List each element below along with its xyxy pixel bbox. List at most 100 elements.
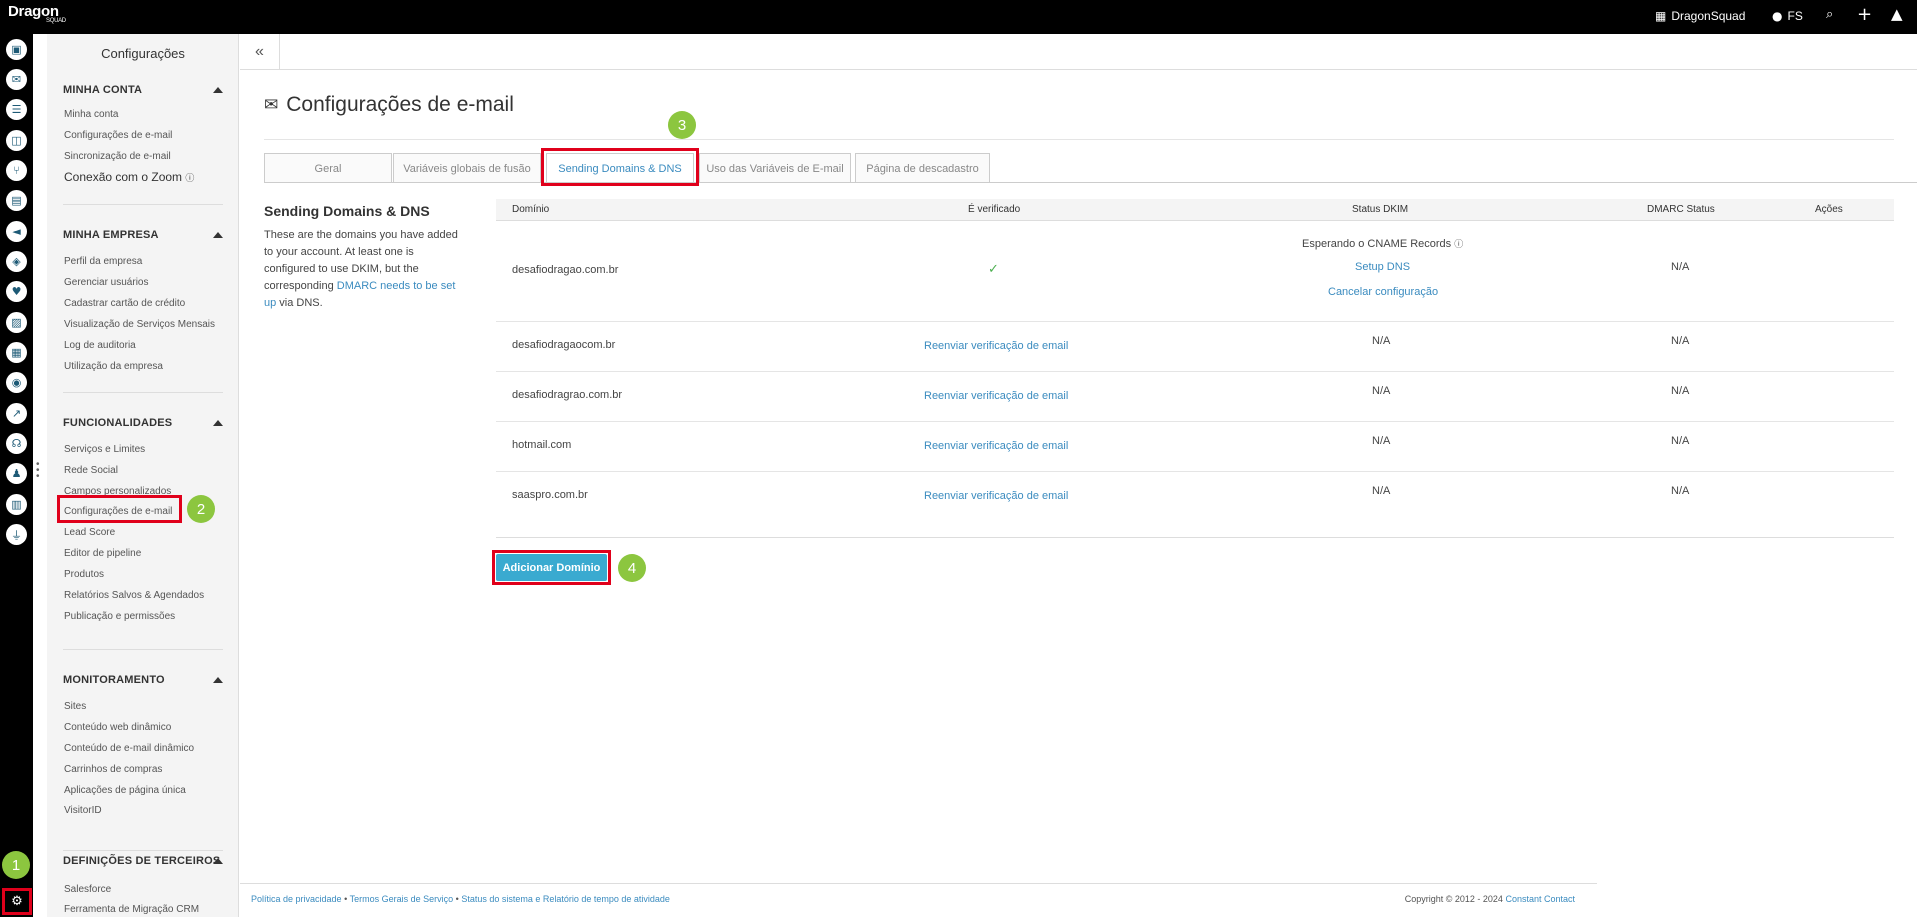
resend-verification-link[interactable]: Reenviar verificação de email <box>924 390 1068 402</box>
collapse-caret-icon <box>213 232 223 238</box>
sidebar-item-carrinhos[interactable]: Carrinhos de compras <box>64 764 162 775</box>
dkim-cell: N/A <box>1372 485 1391 497</box>
pipeline-icon[interactable]: ⑂ <box>6 160 27 181</box>
table-row: saaspro.com.br Reenviar verificação de e… <box>496 472 1894 522</box>
highlight-box <box>541 148 699 186</box>
divider <box>264 139 1894 140</box>
map-icon[interactable]: ◫ <box>6 130 27 151</box>
sidebar-item-publicacao[interactable]: Publicação e permissões <box>64 611 175 622</box>
sidebar-item-cartao[interactable]: Cadastrar cartão de crédito <box>64 298 185 309</box>
sidebar-item-salesforce[interactable]: Salesforce <box>64 884 111 895</box>
sidebar-item-migracao-crm[interactable]: Ferramenta de Migração CRM <box>64 904 199 915</box>
user-icon: ● <box>1772 9 1783 23</box>
bar-chart-icon[interactable]: ▥ <box>6 494 27 515</box>
contacts-icon[interactable]: ▣ <box>6 39 27 60</box>
dmarc-cell: N/A <box>1671 485 1690 497</box>
highlight-box <box>57 495 182 523</box>
sidebar-item-produtos[interactable]: Produtos <box>64 569 104 580</box>
dkim-cell: N/A <box>1372 385 1391 397</box>
cancel-config-link[interactable]: Cancelar configuração <box>1328 286 1438 298</box>
table-row: desafiodragrao.com.br Reenviar verificaç… <box>496 372 1894 422</box>
sidebar-item-servicos-mensais[interactable]: Visualização de Serviços Mensais <box>64 319 215 330</box>
eye-icon[interactable]: ◉ <box>6 372 27 393</box>
logo[interactable]: Dragon SQUAD <box>8 3 66 24</box>
sidebar-item-conteudo-email[interactable]: Conteúdo de e-mail dinâmico <box>64 743 194 754</box>
tasks-icon[interactable]: ☰ <box>6 99 27 120</box>
plus-icon[interactable]: + <box>1857 4 1872 25</box>
sidebar-item-rede-social[interactable]: Rede Social <box>64 465 118 476</box>
domain-cell: desafiodragao.com.br <box>512 264 619 276</box>
search-icon[interactable]: ⌕ <box>1826 7 1833 22</box>
divider <box>63 649 223 650</box>
sidebar-item-sync-email[interactable]: Sincronização de e-mail <box>64 151 171 162</box>
sidebar-item-spa[interactable]: Aplicações de página única <box>64 785 186 796</box>
copyright: Copyright © 2012 - 2024 Constant Contact <box>1404 894 1575 904</box>
sidebar-item-config-email[interactable]: Configurações de e-mail <box>64 130 172 141</box>
sidebar-title: Configurações <box>101 46 185 61</box>
drag-handle-icon[interactable]: • • • <box>36 460 42 482</box>
dmarc-cell: N/A <box>1671 335 1690 347</box>
section-monitoramento[interactable]: MONITORAMENTO <box>63 674 223 686</box>
resend-verification-link[interactable]: Reenviar verificação de email <box>924 490 1068 502</box>
section-title: Sending Domains & DNS <box>264 203 430 219</box>
rocket-icon[interactable]: ▲ <box>1891 5 1903 23</box>
setup-dns-link[interactable]: Setup DNS <box>1355 261 1410 273</box>
sidebar-item-minha-conta[interactable]: Minha conta <box>64 109 118 120</box>
terms-link[interactable]: Termos Gerais de Serviço <box>350 894 454 904</box>
settings-gear-icon[interactable]: ⚙ <box>2 888 32 915</box>
megaphone-icon[interactable]: ◄ <box>6 221 27 242</box>
user-menu[interactable]: ● FS <box>1772 9 1803 23</box>
sidebar-item-visitorid[interactable]: VisitorID <box>64 805 102 816</box>
envelope-icon: ✉ <box>264 95 279 115</box>
shield-icon[interactable]: ◈ <box>6 251 27 272</box>
content-toolbar: « <box>240 34 1917 70</box>
chart-icon[interactable]: ↗ <box>6 403 27 424</box>
inbox-icon[interactable]: ✉ <box>6 69 27 90</box>
tab-uso-variaveis[interactable]: Uso das Variáveis de E-mail <box>699 153 851 183</box>
table-icon[interactable]: ▤ <box>6 190 27 211</box>
support-icon[interactable]: ☊ <box>6 433 27 454</box>
sidebar-item-relatorios[interactable]: Relatórios Salvos & Agendados <box>64 590 204 601</box>
like-icon[interactable]: ♥ <box>6 281 27 302</box>
sidebar-item-utilizacao[interactable]: Utilização da empresa <box>64 361 163 372</box>
tab-descadastro[interactable]: Página de descadastro <box>855 153 990 183</box>
domain-cell: saaspro.com.br <box>512 489 588 501</box>
dmarc-cell: N/A <box>1671 435 1690 447</box>
collapse-sidebar-button[interactable]: « <box>240 34 280 70</box>
dmarc-cell: N/A <box>1671 261 1690 273</box>
sidebar-item-conteudo-web[interactable]: Conteúdo web dinâmico <box>64 722 171 733</box>
status-link[interactable]: Status do sistema e Relatório de tempo d… <box>461 894 670 904</box>
sidebar-item-pipeline[interactable]: Editor de pipeline <box>64 548 141 559</box>
step-badge-4: 4 <box>618 554 646 582</box>
users-icon[interactable]: ♟ <box>6 463 27 484</box>
sidebar-item-servicos-limites[interactable]: Serviços e Limites <box>64 444 145 455</box>
sidebar-item-lead-score[interactable]: Lead Score <box>64 527 115 538</box>
sidebar-item-usuarios[interactable]: Gerenciar usuários <box>64 277 148 288</box>
resend-verification-link[interactable]: Reenviar verificação de email <box>924 440 1068 452</box>
sidebar-item-perfil[interactable]: Perfil da empresa <box>64 256 142 267</box>
section-minha-empresa[interactable]: MINHA EMPRESA <box>63 229 223 241</box>
calendar-icon[interactable]: ▦ <box>6 342 27 363</box>
col-verificado: É verificado <box>968 204 1021 215</box>
plug-icon[interactable]: ⏚ <box>6 524 27 545</box>
image-icon[interactable]: ▨ <box>6 312 27 333</box>
sidebar-item-auditoria[interactable]: Log de auditoria <box>64 340 136 351</box>
sidebar-item-zoom[interactable]: Conexão com o Zoom ⓘ <box>64 170 194 184</box>
info-icon: ⓘ <box>1454 240 1464 250</box>
section-minha-conta[interactable]: MINHA CONTA <box>63 84 223 96</box>
icon-rail: ▣ ✉ ☰ ◫ ⑂ ▤ ◄ ◈ ♥ ▨ ▦ ◉ ↗ ☊ ♟ ▥ ⏚ ⚙ <box>0 34 33 917</box>
col-dkim: Status DKIM <box>1352 204 1409 215</box>
sidebar-item-sites[interactable]: Sites <box>64 701 86 712</box>
divider <box>63 392 223 393</box>
collapse-caret-icon <box>213 858 223 864</box>
resend-verification-link[interactable]: Reenviar verificação de email <box>924 340 1068 352</box>
privacy-link[interactable]: Política de privacidade <box>251 894 342 904</box>
tab-geral[interactable]: Geral <box>264 153 392 183</box>
step-badge-1: 1 <box>2 851 30 879</box>
section-funcionalidades[interactable]: FUNCIONALIDADES <box>63 417 223 429</box>
section-terceiros[interactable]: DEFINIÇÕES DE TERCEIROS <box>63 855 223 867</box>
constant-contact-link[interactable]: Constant Contact <box>1505 894 1575 904</box>
org-switcher[interactable]: ▦ DragonSquad <box>1655 9 1745 23</box>
tab-variaveis-globais[interactable]: Variáveis globais de fusão <box>393 153 541 183</box>
collapse-caret-icon <box>213 677 223 683</box>
